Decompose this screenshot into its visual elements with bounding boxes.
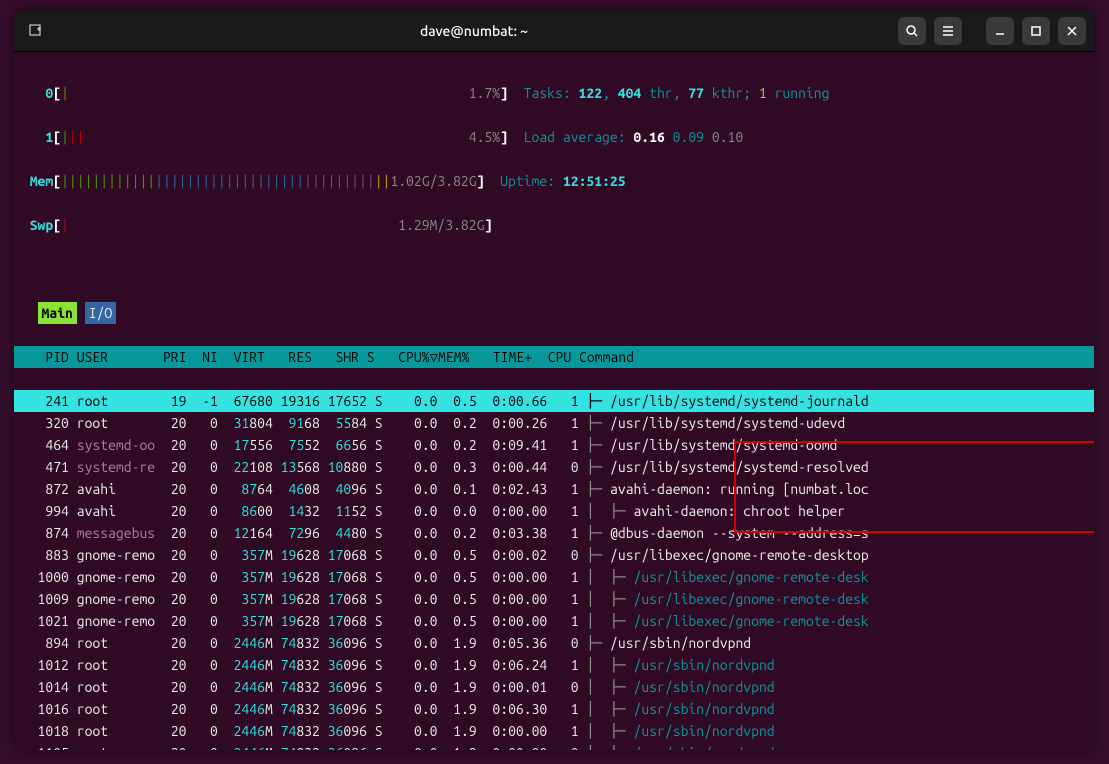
tab-main[interactable]: Main	[38, 302, 77, 324]
process-row[interactable]: 1016 root 20 0 2446M 74832 36096 S 0.0 1…	[14, 698, 1094, 720]
tasks-label: Tasks:	[524, 85, 579, 101]
minimize-button[interactable]	[986, 17, 1014, 45]
uptime-label: Uptime:	[500, 173, 563, 189]
process-row[interactable]: 1000 gnome-remo 20 0 357M 19628 17068 S …	[14, 566, 1094, 588]
window-title: dave@numbat: ~	[420, 23, 528, 39]
new-tab-icon[interactable]	[22, 17, 50, 45]
window-titlebar: dave@numbat: ~	[14, 10, 1094, 52]
terminal-content[interactable]: 0[| 1.7%] Tasks: 122, 404 thr, 77 kthr; …	[14, 52, 1094, 750]
uptime-value: 12:51:25	[563, 173, 626, 189]
maximize-button[interactable]	[1022, 17, 1050, 45]
tasks-count: 122	[579, 85, 603, 101]
mem-label: Mem	[30, 173, 54, 189]
process-row[interactable]: 1018 root 20 0 2446M 74832 36096 S 0.0 1…	[14, 720, 1094, 742]
process-row[interactable]: 874 messagebus 20 0 12164 7296 4480 S 0.…	[14, 522, 1094, 544]
process-row[interactable]: 894 root 20 0 2446M 74832 36096 S 0.0 1.…	[14, 632, 1094, 654]
process-row[interactable]: 1014 root 20 0 2446M 74832 36096 S 0.0 1…	[14, 676, 1094, 698]
column-header[interactable]: PID USER PRI NI VIRT RES SHR S CPU%▽MEM%…	[14, 346, 1094, 368]
running-count: 1	[759, 85, 767, 101]
process-row[interactable]: 994 avahi 20 0 8600 1432 1152 S 0.0 0.0 …	[14, 500, 1094, 522]
tab-io[interactable]: I/O	[85, 302, 117, 324]
load-label: Load average:	[524, 129, 634, 145]
process-row[interactable]: 1009 gnome-remo 20 0 357M 19628 17068 S …	[14, 588, 1094, 610]
process-row[interactable]: 471 systemd-re 20 0 22108 13568 10880 S …	[14, 456, 1094, 478]
menu-button[interactable]	[934, 17, 962, 45]
load-1: 0.16	[633, 129, 664, 145]
load-15: 0.10	[712, 129, 743, 145]
process-row[interactable]: 1105 root 20 0 2446M 74832 36096 S 0.0 1…	[14, 742, 1094, 750]
thread-count: 404	[618, 85, 642, 101]
close-button[interactable]	[1058, 17, 1086, 45]
process-list[interactable]: 241 root 19 -1 67680 19316 17652 S 0.0 0…	[14, 390, 1094, 750]
process-row[interactable]: 883 gnome-remo 20 0 357M 19628 17068 S 0…	[14, 544, 1094, 566]
process-row[interactable]: 241 root 19 -1 67680 19316 17652 S 0.0 0…	[14, 390, 1094, 412]
kthread-count: 77	[688, 85, 704, 101]
swp-label: Swp	[30, 217, 54, 233]
process-row[interactable]: 1012 root 20 0 2446M 74832 36096 S 0.0 1…	[14, 654, 1094, 676]
process-row[interactable]: 320 root 20 0 31804 9168 5584 S 0.0 0.2 …	[14, 412, 1094, 434]
process-row[interactable]: 1021 gnome-remo 20 0 357M 19628 17068 S …	[14, 610, 1094, 632]
process-row[interactable]: 464 systemd-oo 20 0 17556 7552 6656 S 0.…	[14, 434, 1094, 456]
process-row[interactable]: 872 avahi 20 0 8764 4608 4096 S 0.0 0.1 …	[14, 478, 1094, 500]
load-5: 0.09	[673, 129, 704, 145]
search-button[interactable]	[898, 17, 926, 45]
